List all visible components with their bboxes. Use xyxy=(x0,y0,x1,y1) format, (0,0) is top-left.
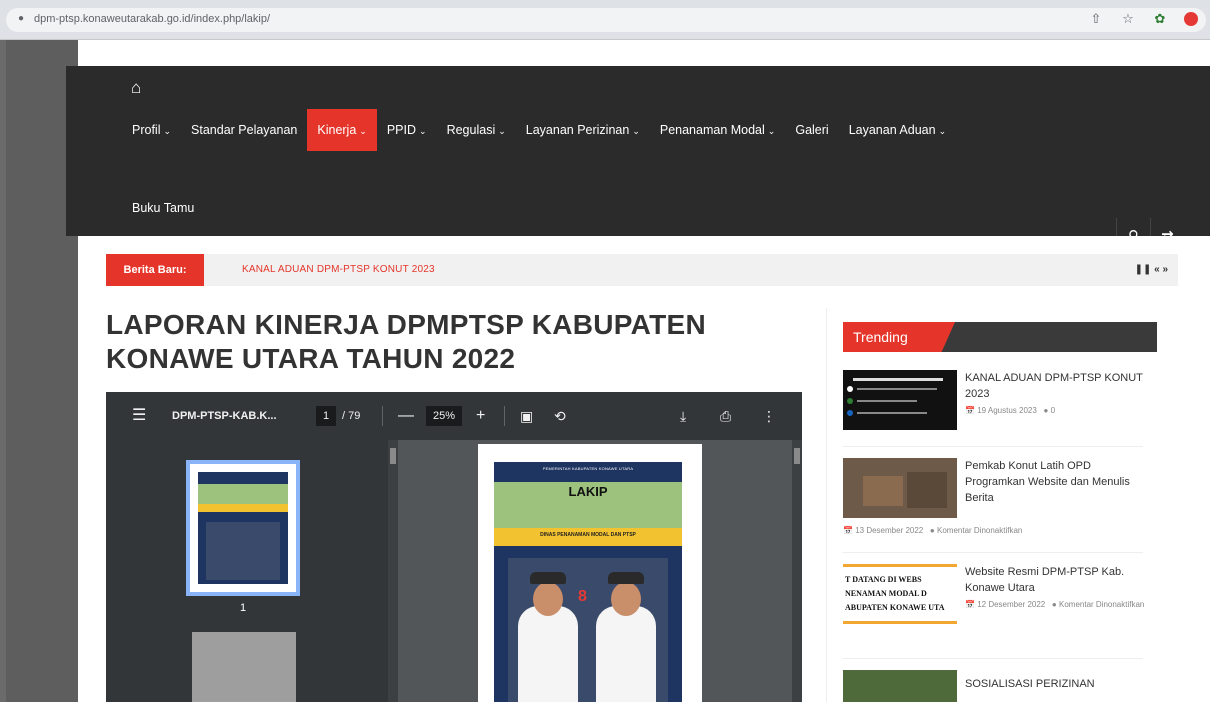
trending-title[interactable]: Pemkab Konut Latih OPD Programkan Websit… xyxy=(965,458,1145,506)
pdf-zoom-input[interactable]: 25% xyxy=(426,406,462,426)
chevron-down-icon: ⌄ xyxy=(767,126,776,136)
trending-thumbnail[interactable] xyxy=(843,370,957,430)
print-icon[interactable]: ⎙ xyxy=(720,392,731,440)
chevron-down-icon: ⌄ xyxy=(359,126,367,136)
address-bar[interactable]: ● dpm-ptsp.konaweutarakab.go.id/index.ph… xyxy=(6,8,1206,32)
nav-item-buku-tamu[interactable]: Buku Tamu xyxy=(122,195,204,221)
download-icon[interactable]: ⤓ xyxy=(680,392,686,440)
fit-page-icon[interactable]: ▣ xyxy=(520,392,533,440)
nav-menu: Profil ⌄ Standar Pelayanan Kinerja ⌄ PPID ⌄… xyxy=(122,109,1192,151)
trending-header: Trending xyxy=(843,322,1157,352)
trending-item[interactable]: KANAL ADUAN DPM-PTSP KONUT 2023 📅 19 Agu… xyxy=(843,370,1143,440)
ticker-label: Berita Baru: xyxy=(106,254,204,286)
ticker-controls[interactable]: ❚❚ « » xyxy=(1135,254,1168,286)
trending-title[interactable]: KANAL ADUAN DPM-PTSP KONUT 2023 xyxy=(965,370,1145,402)
page-title: LAPORAN KINERJA DPMPTSP KABUPATEN KONAWE… xyxy=(106,309,707,374)
pdf-toolbar: ☰ DPM-PTSP-KAB.K... 1 / 79 — 25% + ▣ ⟲ ⤓… xyxy=(106,392,802,440)
pdf-page: PEMERINTAH KABUPATEN KONAWE UTARA LAKIP … xyxy=(478,444,702,702)
trending-meta: 📅 13 Desember 2022 ● Komentar Dinonaktif… xyxy=(843,526,1023,535)
nav-item-galeri[interactable]: Galeri xyxy=(785,109,838,151)
calendar-icon: 📅 xyxy=(965,600,975,609)
url-text[interactable]: dpm-ptsp.konaweutarakab.go.id/index.php/… xyxy=(34,13,270,25)
calendar-icon: 📅 xyxy=(965,406,975,415)
nav-item-regulasi[interactable]: Regulasi ⌄ xyxy=(437,109,516,151)
more-options-icon[interactable]: ⋮ xyxy=(762,392,776,440)
home-icon[interactable]: ⌂ xyxy=(131,78,141,98)
chevron-down-icon: ⌄ xyxy=(632,126,640,136)
trending-meta: 📅 19 Agustus 2023 ● 0 xyxy=(965,406,1056,415)
comment-icon: ● xyxy=(929,526,935,535)
cover-photo: 8 xyxy=(508,558,668,702)
nav-item-layanan-perizinan[interactable]: Layanan Perizinan ⌄ xyxy=(516,109,650,151)
page-scrollbar[interactable] xyxy=(792,440,802,702)
pdf-viewer: ☰ DPM-PTSP-KAB.K... 1 / 79 — 25% + ▣ ⟲ ⤓… xyxy=(106,392,802,702)
pdf-thumbnail-panel: 1 xyxy=(106,440,398,702)
nav-item-ppid[interactable]: PPID ⌄ xyxy=(377,109,437,151)
trending-label: Trending xyxy=(843,322,955,352)
chevron-down-icon: ⌄ xyxy=(419,126,427,136)
nav-item-profil[interactable]: Profil ⌄ xyxy=(122,109,181,151)
nav-item-layanan-aduan[interactable]: Layanan Aduan ⌄ xyxy=(839,109,956,151)
chevron-down-icon: ⌄ xyxy=(938,126,947,136)
comment-icon: ● xyxy=(1043,406,1049,415)
browser-toolbar: ● dpm-ptsp.konaweutarakab.go.id/index.ph… xyxy=(0,0,1210,40)
adblock-extension-icon[interactable] xyxy=(1184,12,1198,26)
chevron-down-icon: ⌄ xyxy=(498,126,506,136)
trending-item[interactable]: T DATANG DI WEBS NENAMAN MODAL D ABUPATE… xyxy=(843,564,1145,648)
calendar-icon: 📅 xyxy=(843,526,853,535)
share-icon[interactable]: ⇧ xyxy=(1088,11,1104,27)
cover-header: PEMERINTAH KABUPATEN KONAWE UTARA xyxy=(542,466,634,471)
browser-actions: ⇧ ☆ ✿ xyxy=(1088,11,1198,27)
main-content: Berita Baru: KANAL ADUAN DPM-PTSP KONUT … xyxy=(78,236,1210,702)
bookmark-star-icon[interactable]: ☆ xyxy=(1120,11,1136,27)
trending-thumbnail[interactable] xyxy=(843,670,957,702)
main-navigation: ⌂ Profil ⌄ Standar Pelayanan Kinerja ⌄ PPI… xyxy=(66,66,1210,256)
thumbnail-text: T DATANG DI WEBS NENAMAN MODAL D ABUPATE… xyxy=(845,575,945,612)
top-spacer xyxy=(78,40,1210,66)
trending-meta: 📅 12 Desember 2022 ● Komentar Dinonaktif… xyxy=(965,600,1145,609)
divider xyxy=(382,406,383,426)
trending-item[interactable]: SOSIALISASI PERIZINAN xyxy=(843,670,1143,702)
nav-item-standar-pelayanan[interactable]: Standar Pelayanan xyxy=(181,109,307,151)
pdf-filename: DPM-PTSP-KAB.K... xyxy=(172,410,277,422)
page-viewport: ⌂ Profil ⌄ Standar Pelayanan Kinerja ⌄ PPI… xyxy=(0,40,1210,702)
pdf-thumbnail-page-2[interactable] xyxy=(192,632,296,702)
news-ticker: Berita Baru: KANAL ADUAN DPM-PTSP KONUT … xyxy=(106,254,1178,286)
zoom-in-icon[interactable]: + xyxy=(476,392,485,440)
pdf-page-input[interactable]: 1 xyxy=(316,406,336,426)
divider xyxy=(504,406,505,426)
thumbnail-page-number: 1 xyxy=(240,602,247,614)
nav-item-kinerja[interactable]: Kinerja ⌄ xyxy=(307,109,377,151)
menu-icon[interactable]: ☰ xyxy=(132,392,146,440)
extension-icon[interactable]: ✿ xyxy=(1152,11,1168,27)
trending-thumbnail[interactable]: T DATANG DI WEBS NENAMAN MODAL D ABUPATE… xyxy=(843,564,957,624)
chevron-down-icon: ⌄ xyxy=(163,126,172,136)
zoom-out-icon[interactable]: — xyxy=(398,392,414,440)
rotate-icon[interactable]: ⟲ xyxy=(554,392,566,440)
cover-subtitle: DINAS PENANAMAN MODAL DAN PTSP xyxy=(540,532,636,538)
trending-title[interactable]: Website Resmi DPM-PTSP Kab. Konawe Utara xyxy=(965,564,1145,596)
trending-thumbnail[interactable] xyxy=(843,458,957,518)
trending-title[interactable]: SOSIALISASI PERIZINAN xyxy=(965,676,1145,692)
lakip-cover: PEMERINTAH KABUPATEN KONAWE UTARA LAKIP … xyxy=(494,462,682,702)
lock-icon: ● xyxy=(18,13,25,24)
pdf-thumbnail-page-1[interactable] xyxy=(186,460,300,596)
trending-widget: Trending KANAL ADUAN DPM-PTSP KONUT 2023… xyxy=(826,308,1157,702)
trending-item[interactable]: Pemkab Konut Latih OPD Programkan Websit… xyxy=(843,458,1143,542)
cover-title: LAKIP xyxy=(568,484,608,499)
ticker-headline[interactable]: KANAL ADUAN DPM-PTSP KONUT 2023 xyxy=(242,254,435,286)
thumbnail-scrollbar[interactable] xyxy=(388,440,398,702)
pdf-page-area: PEMERINTAH KABUPATEN KONAWE UTARA LAKIP … xyxy=(398,440,802,702)
nav-item-penanaman-modal[interactable]: Penanaman Modal ⌄ xyxy=(650,109,785,151)
pdf-page-total: / 79 xyxy=(342,410,361,422)
comment-icon: ● xyxy=(1051,600,1057,609)
